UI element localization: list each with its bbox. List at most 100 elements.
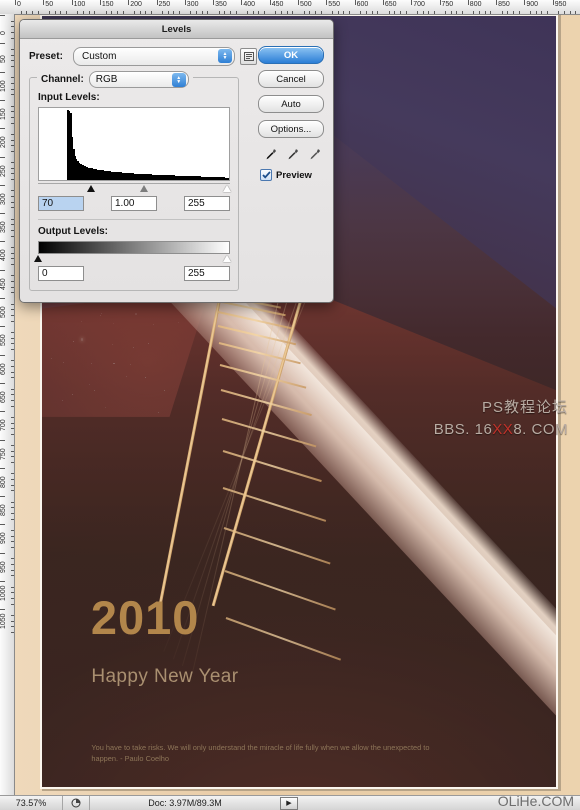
watermark-bbs-red: XX xyxy=(492,421,514,438)
input-gamma-handle[interactable] xyxy=(139,185,148,192)
ruler-minor-tick xyxy=(11,388,14,390)
ruler-label: 800 xyxy=(469,1,482,8)
ruler-minor-tick xyxy=(343,11,345,14)
ruler-minor-tick xyxy=(11,513,14,515)
ruler-minor-tick xyxy=(224,11,226,14)
ruler-minor-tick xyxy=(11,281,14,283)
input-levels-label: Input Levels: xyxy=(38,92,100,103)
ruler-minor-tick xyxy=(48,11,50,14)
ruler-label: 400 xyxy=(243,1,256,8)
eyedropper-black-icon[interactable] xyxy=(264,148,277,161)
watermark-bbs-pre: BBS. 16 xyxy=(433,421,493,438)
ruler-minor-tick xyxy=(11,348,14,350)
options-button[interactable]: Options... xyxy=(258,120,324,138)
auto-button[interactable]: Auto xyxy=(258,95,324,113)
ruler-minor-tick xyxy=(348,11,350,14)
cancel-button[interactable]: Cancel xyxy=(258,70,324,88)
ruler-minor-tick xyxy=(196,11,198,14)
output-black-point-handle[interactable] xyxy=(34,255,42,262)
ruler-minor-tick xyxy=(11,82,14,84)
ruler-minor-tick xyxy=(11,258,14,260)
ruler-minor-tick xyxy=(11,26,14,28)
ruler-minor-tick xyxy=(11,292,14,294)
output-levels-group: Output Levels: 0 255 xyxy=(34,219,232,281)
ruler-minor-tick xyxy=(541,11,543,14)
ruler-minor-tick xyxy=(535,11,537,14)
ruler-minor-tick xyxy=(530,11,532,14)
ruler-tick xyxy=(0,439,5,441)
ruler-minor-tick xyxy=(303,11,305,14)
ruler-tick xyxy=(0,71,5,73)
ruler-minor-tick xyxy=(11,535,14,537)
ruler-label: 0 xyxy=(17,1,21,8)
ruler-minor-tick xyxy=(77,11,79,14)
ruler-tick xyxy=(0,298,5,299)
ok-button[interactable]: OK xyxy=(258,46,324,64)
ruler-minor-tick xyxy=(94,11,96,14)
ruler-minor-tick xyxy=(377,11,379,14)
ruler-minor-tick xyxy=(11,286,14,288)
ruler-minor-tick xyxy=(139,11,141,14)
vertical-ruler[interactable]: 0 50 100 150 200 250 300 350 400 450 500 550 600 650 7… xyxy=(0,14,15,796)
output-levels-slider[interactable] xyxy=(34,254,232,263)
histogram xyxy=(38,107,230,181)
ruler-label: 850 xyxy=(498,1,510,8)
eyedropper-gray-icon[interactable] xyxy=(286,148,299,161)
preview-checkbox-row[interactable]: Preview xyxy=(258,169,324,181)
input-black-point-handle[interactable] xyxy=(86,185,95,192)
ruler-minor-tick xyxy=(11,603,14,605)
ruler-corner[interactable] xyxy=(0,0,15,15)
document-info-icon[interactable] xyxy=(63,796,90,810)
ruler-minor-tick xyxy=(26,11,28,14)
ruler-minor-tick xyxy=(11,394,14,396)
zoom-level[interactable]: 73.57% xyxy=(0,796,63,810)
input-gamma-field[interactable]: 1.00 xyxy=(111,196,157,211)
levels-dialog[interactable]: Levels Preset: Custom ▲ ▼ Channel: RGB ▲ ▼ xyxy=(19,19,334,303)
ruler-minor-tick xyxy=(11,473,14,475)
input-black-field[interactable]: 70 xyxy=(38,196,84,211)
preset-dropdown[interactable]: Custom ▲ ▼ xyxy=(73,47,235,66)
ruler-minor-tick xyxy=(309,11,311,14)
input-white-point-handle[interactable] xyxy=(223,185,232,192)
ruler-tick xyxy=(439,0,441,5)
watermark-bbs: BBS. 16XX8. COM xyxy=(434,421,568,438)
preview-checkbox[interactable] xyxy=(260,169,272,181)
ruler-label: 200 xyxy=(130,1,142,8)
ruler-label: 950 xyxy=(0,561,7,573)
ruler-minor-tick xyxy=(162,11,164,14)
ruler-minor-tick xyxy=(230,11,232,14)
ruler-label: 150 xyxy=(0,108,7,120)
chevron-updown-icon-channel: ▲ ▼ xyxy=(171,73,186,87)
ruler-tick xyxy=(298,0,299,5)
status-expand-arrow[interactable]: ▶ xyxy=(280,796,298,810)
ruler-minor-tick xyxy=(11,275,14,277)
output-white-point-handle[interactable] xyxy=(223,255,232,262)
horizontal-ruler[interactable]: 0 50 100 150 200 250 300 350 400 450 500 550 600 650 7… xyxy=(14,0,580,15)
ruler-tick xyxy=(0,496,5,498)
ruler-minor-tick xyxy=(11,507,14,509)
ruler-minor-tick xyxy=(105,11,107,14)
ruler-minor-tick xyxy=(11,133,14,135)
ruler-tick xyxy=(0,326,5,328)
ruler-tick xyxy=(354,0,356,5)
input-levels-slider[interactable] xyxy=(38,183,232,193)
preset-menu-icon[interactable] xyxy=(240,48,257,65)
ruler-minor-tick xyxy=(11,597,14,599)
ruler-minor-tick xyxy=(11,264,14,266)
output-white-field[interactable]: 255 xyxy=(184,266,230,281)
ruler-minor-tick xyxy=(258,11,260,14)
ruler-minor-tick xyxy=(11,122,14,124)
ruler-minor-tick xyxy=(65,11,67,14)
eyedropper-white-icon[interactable] xyxy=(308,148,321,161)
ruler-minor-tick xyxy=(320,11,322,14)
ruler-minor-tick xyxy=(145,11,147,14)
ruler-minor-tick xyxy=(111,11,113,14)
ruler-tick xyxy=(99,0,101,5)
ruler-label: 100 xyxy=(0,79,7,92)
output-black-field[interactable]: 0 xyxy=(38,266,84,281)
ruler-label: 500 xyxy=(0,306,7,318)
ruler-minor-tick xyxy=(116,11,118,14)
channel-row: Channel: RGB ▲ ▼ xyxy=(37,71,193,88)
channel-dropdown[interactable]: RGB ▲ ▼ xyxy=(88,71,189,88)
input-white-field[interactable]: 255 xyxy=(184,196,230,211)
